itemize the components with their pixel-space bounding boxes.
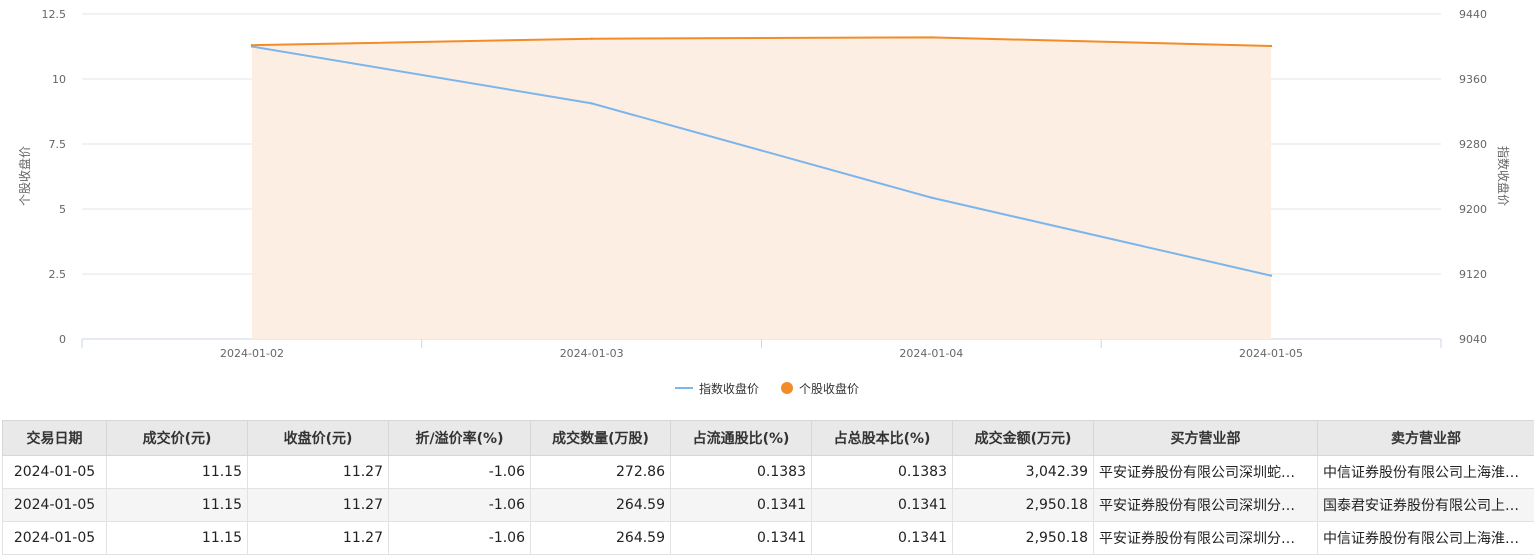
data-point (1270, 274, 1272, 276)
cell-amount: 2,950.18 (953, 489, 1094, 522)
block-trade-table: 交易日期 成交价(元) 收盘价(元) 折/溢价率(%) 成交数量(万股) 占流通… (2, 420, 1534, 555)
block-trade-table-container: 交易日期 成交价(元) 收盘价(元) 折/溢价率(%) 成交数量(万股) 占流通… (2, 420, 1534, 555)
y-right-tick-label: 9200 (1459, 203, 1487, 216)
chart-area: 0 9040 2.5 9120 5 9200 7.5 9280 10 9360 12.5 9440 20… (0, 0, 1534, 412)
data-point (590, 38, 592, 40)
y-right-axis-title: 指数收盘价 (1496, 146, 1511, 206)
price-chart: 0 9040 2.5 9120 5 9200 7.5 9280 10 9360 12.5 9440 20… (0, 0, 1534, 375)
legend-dot-icon (781, 382, 793, 394)
cell-buyer: 平安证券股份有限公司深圳蛇… (1094, 456, 1318, 489)
x-tick-label: 2024-01-04 (899, 347, 963, 360)
y-right-tick-label: 9440 (1459, 8, 1487, 21)
legend-line-icon (675, 387, 693, 389)
cell-volume: 264.59 (531, 489, 671, 522)
column-header[interactable]: 收盘价(元) (248, 421, 389, 456)
cell-premium-rate: -1.06 (389, 489, 531, 522)
cell-total-ratio: 0.1341 (812, 489, 953, 522)
cell-date: 2024-01-05 (3, 489, 107, 522)
cell-premium-rate: -1.06 (389, 456, 531, 489)
column-header[interactable]: 成交金额(万元) (953, 421, 1094, 456)
column-header[interactable]: 成交价(元) (107, 421, 248, 456)
cell-float-ratio: 0.1383 (671, 456, 812, 489)
cell-total-ratio: 0.1383 (812, 456, 953, 489)
y-right-tick-label: 9360 (1459, 73, 1487, 86)
table-row: 2024-01-05 11.15 11.27 -1.06 272.86 0.13… (3, 456, 1534, 489)
y-left-tick-label: 2.5 (49, 268, 67, 281)
cell-amount: 3,042.39 (953, 456, 1094, 489)
cell-date: 2024-01-05 (3, 456, 107, 489)
y-left-tick-label: 10 (52, 73, 66, 86)
x-tick-label: 2024-01-05 (1239, 347, 1303, 360)
column-header[interactable]: 占流通股比(%) (671, 421, 812, 456)
column-header[interactable]: 折/溢价率(%) (389, 421, 531, 456)
y-left-tick-label: 0 (59, 333, 66, 346)
data-point (930, 36, 932, 38)
y-left-tick-label: 5 (59, 203, 66, 216)
legend-label: 指数收盘价 (699, 380, 759, 397)
legend-item-stock[interactable]: 个股收盘价 (781, 380, 859, 397)
table-row: 2024-01-05 11.15 11.27 -1.06 264.59 0.13… (3, 489, 1534, 522)
y-right-tick-label: 9040 (1459, 333, 1487, 346)
y-left-tick-label: 12.5 (42, 8, 67, 21)
cell-seller: 国泰君安证券股份有限公司上… (1318, 489, 1534, 522)
column-header[interactable]: 成交数量(万股) (531, 421, 671, 456)
data-point (251, 44, 253, 46)
y-right-tick-label: 9280 (1459, 138, 1487, 151)
cell-volume: 272.86 (531, 456, 671, 489)
x-tick-label: 2024-01-02 (220, 347, 284, 360)
x-tick-label: 2024-01-03 (560, 347, 624, 360)
data-point (930, 196, 932, 198)
cell-trade-price: 11.15 (107, 456, 248, 489)
cell-close-price: 11.27 (248, 456, 389, 489)
series-area-fill (252, 37, 1271, 339)
column-header[interactable]: 交易日期 (3, 421, 107, 456)
cell-close-price: 11.27 (248, 489, 389, 522)
column-header[interactable]: 买方营业部 (1094, 421, 1318, 456)
chart-legend: 指数收盘价 个股收盘价 (0, 378, 1534, 398)
y-left-axis-title: 个股收盘价 (17, 146, 32, 206)
y-left-tick-label: 7.5 (49, 138, 67, 151)
legend-label: 个股收盘价 (799, 380, 859, 397)
cell-trade-price: 11.15 (107, 489, 248, 522)
cell-float-ratio: 0.1341 (671, 489, 812, 522)
data-point (1270, 45, 1272, 47)
legend-item-index[interactable]: 指数收盘价 (675, 380, 759, 397)
column-header[interactable]: 占总股本比(%) (812, 421, 953, 456)
column-header[interactable]: 卖方营业部 (1318, 421, 1534, 456)
cell-buyer: 平安证券股份有限公司深圳分… (1094, 489, 1318, 522)
data-point (590, 102, 592, 104)
cell-seller: 中信证券股份有限公司上海淮… (1318, 456, 1534, 489)
y-right-tick-label: 9120 (1459, 268, 1487, 281)
table-header-row: 交易日期 成交价(元) 收盘价(元) 折/溢价率(%) 成交数量(万股) 占流通… (3, 421, 1534, 456)
